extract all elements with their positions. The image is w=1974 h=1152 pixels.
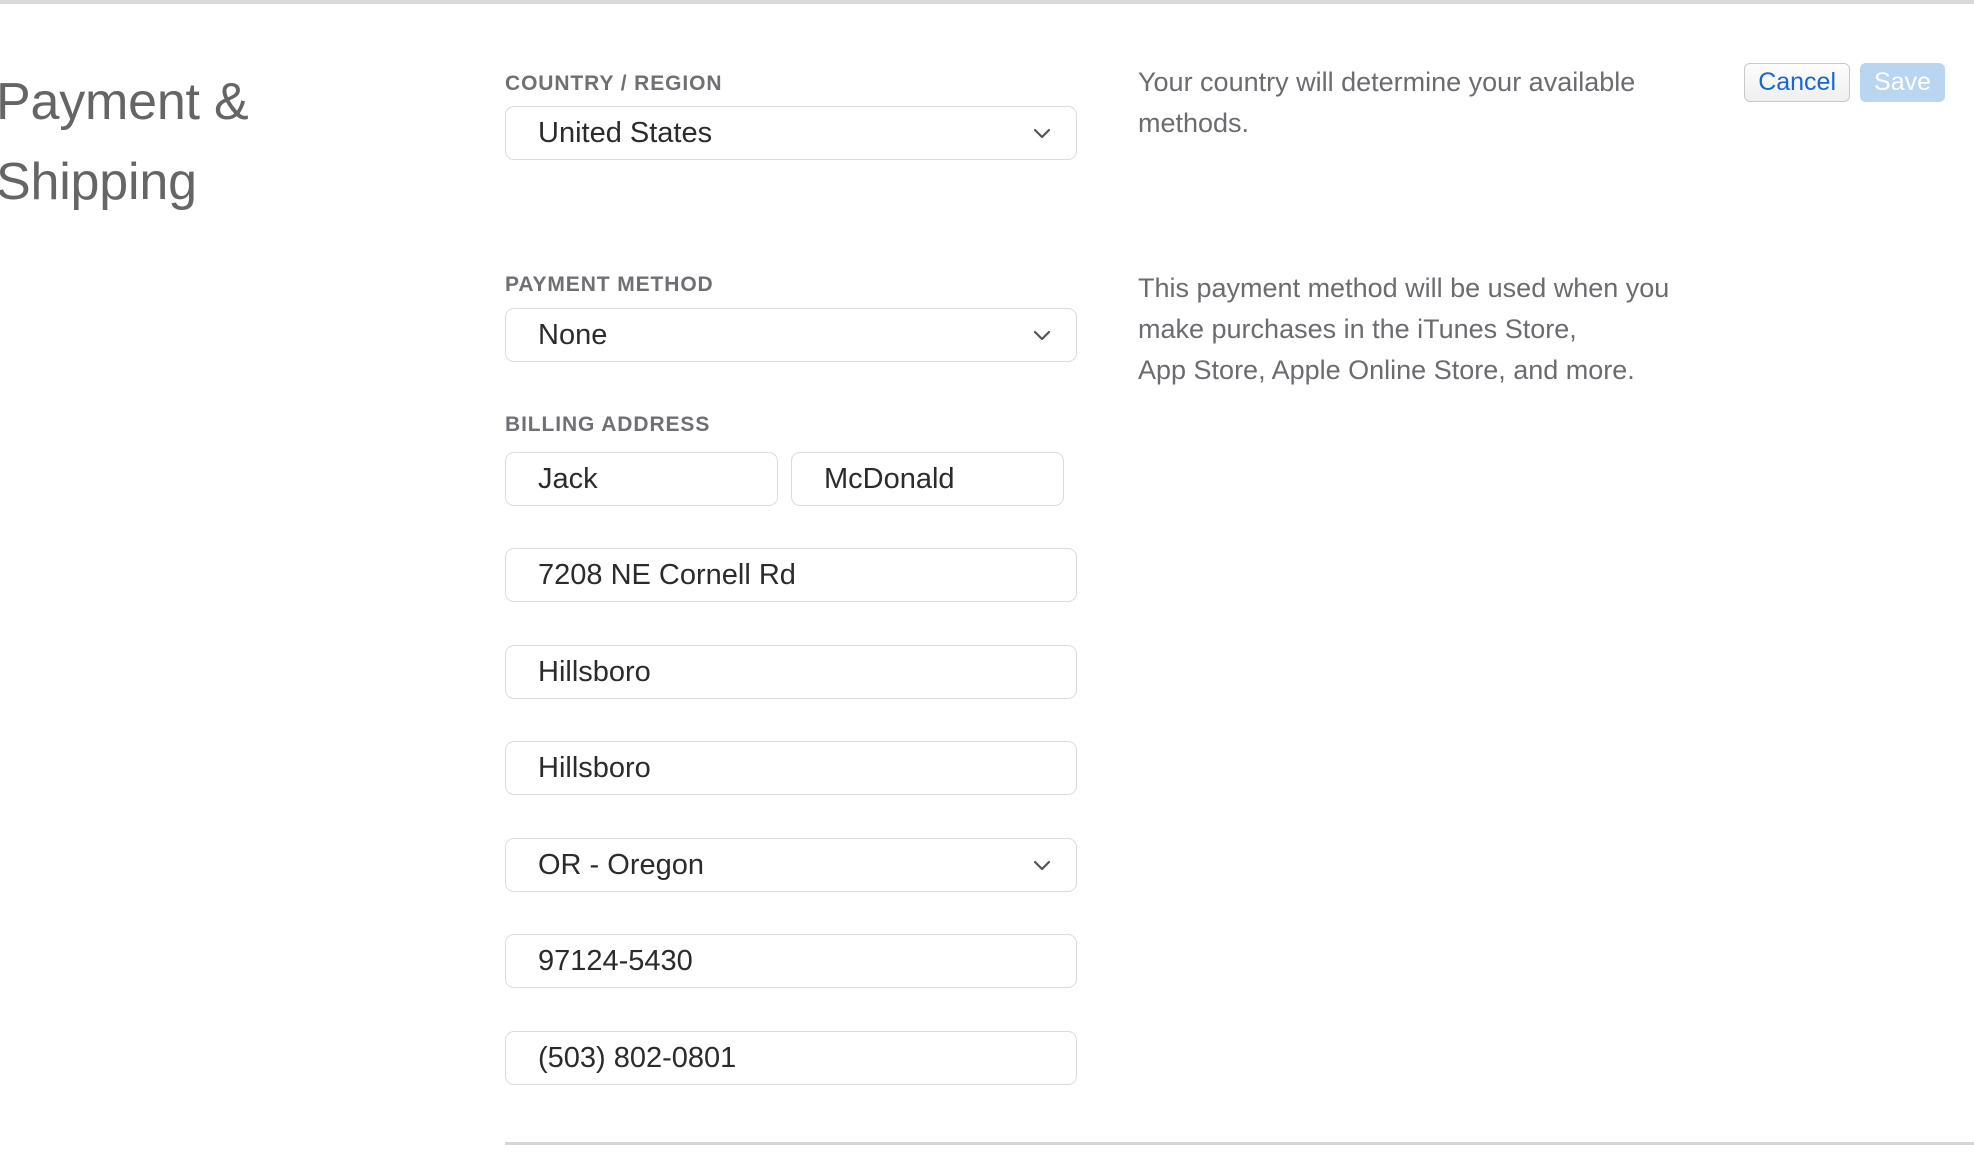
payment-helper-line: App Store, Apple Online Store, and more.: [1138, 355, 1635, 385]
country-helper-text: Your country will determine your availab…: [1138, 62, 1738, 144]
country-region-label: COUNTRY / REGION: [505, 72, 723, 95]
top-divider: [0, 0, 1974, 4]
street-address-field[interactable]: 7208 NE Cornell Rd: [505, 548, 1077, 602]
payment-method-helper-text: This payment method will be used when yo…: [1138, 268, 1738, 391]
page-title: Payment & Shipping: [0, 73, 249, 211]
chevron-down-icon: [1028, 321, 1056, 349]
last-name-value: McDonald: [824, 462, 955, 495]
state-select[interactable]: OR - Oregon: [505, 838, 1077, 892]
save-button[interactable]: Save: [1860, 63, 1945, 102]
country-region-value: United States: [538, 116, 713, 149]
bottom-divider: [505, 1142, 1974, 1145]
street-address-value: 7208 NE Cornell Rd: [538, 558, 796, 591]
country-helper-line: methods.: [1138, 108, 1250, 138]
payment-method-select[interactable]: None: [505, 308, 1077, 362]
chevron-down-icon: [1028, 851, 1056, 879]
billing-name-row: Jack McDonald: [505, 452, 1077, 506]
payment-helper-line: make purchases in the iTunes Store,: [1138, 314, 1577, 344]
country-region-select[interactable]: United States: [505, 106, 1077, 160]
payment-method-label: PAYMENT METHOD: [505, 273, 714, 296]
payment-method-value: None: [538, 318, 608, 351]
district-value: Hillsboro: [538, 751, 651, 784]
district-field[interactable]: Hillsboro: [505, 741, 1077, 795]
billing-address-label: BILLING ADDRESS: [505, 413, 711, 436]
cancel-button[interactable]: Cancel: [1744, 63, 1851, 102]
phone-field[interactable]: (503) 802-0801: [505, 1031, 1077, 1085]
city-value: Hillsboro: [538, 655, 651, 688]
payment-helper-line: This payment method will be used when yo…: [1138, 273, 1670, 303]
last-name-field[interactable]: McDonald: [791, 452, 1064, 506]
action-buttons: Cancel Save: [1744, 63, 1945, 102]
state-value: OR - Oregon: [538, 848, 704, 881]
postal-code-field[interactable]: 97124-5430: [505, 934, 1077, 988]
postal-code-value: 97124-5430: [538, 944, 693, 977]
chevron-down-icon: [1028, 119, 1056, 147]
first-name-value: Jack: [538, 462, 598, 495]
city-field[interactable]: Hillsboro: [505, 645, 1077, 699]
country-helper-line: Your country will determine your availab…: [1138, 67, 1636, 97]
first-name-field[interactable]: Jack: [505, 452, 778, 506]
phone-value: (503) 802-0801: [538, 1041, 737, 1074]
